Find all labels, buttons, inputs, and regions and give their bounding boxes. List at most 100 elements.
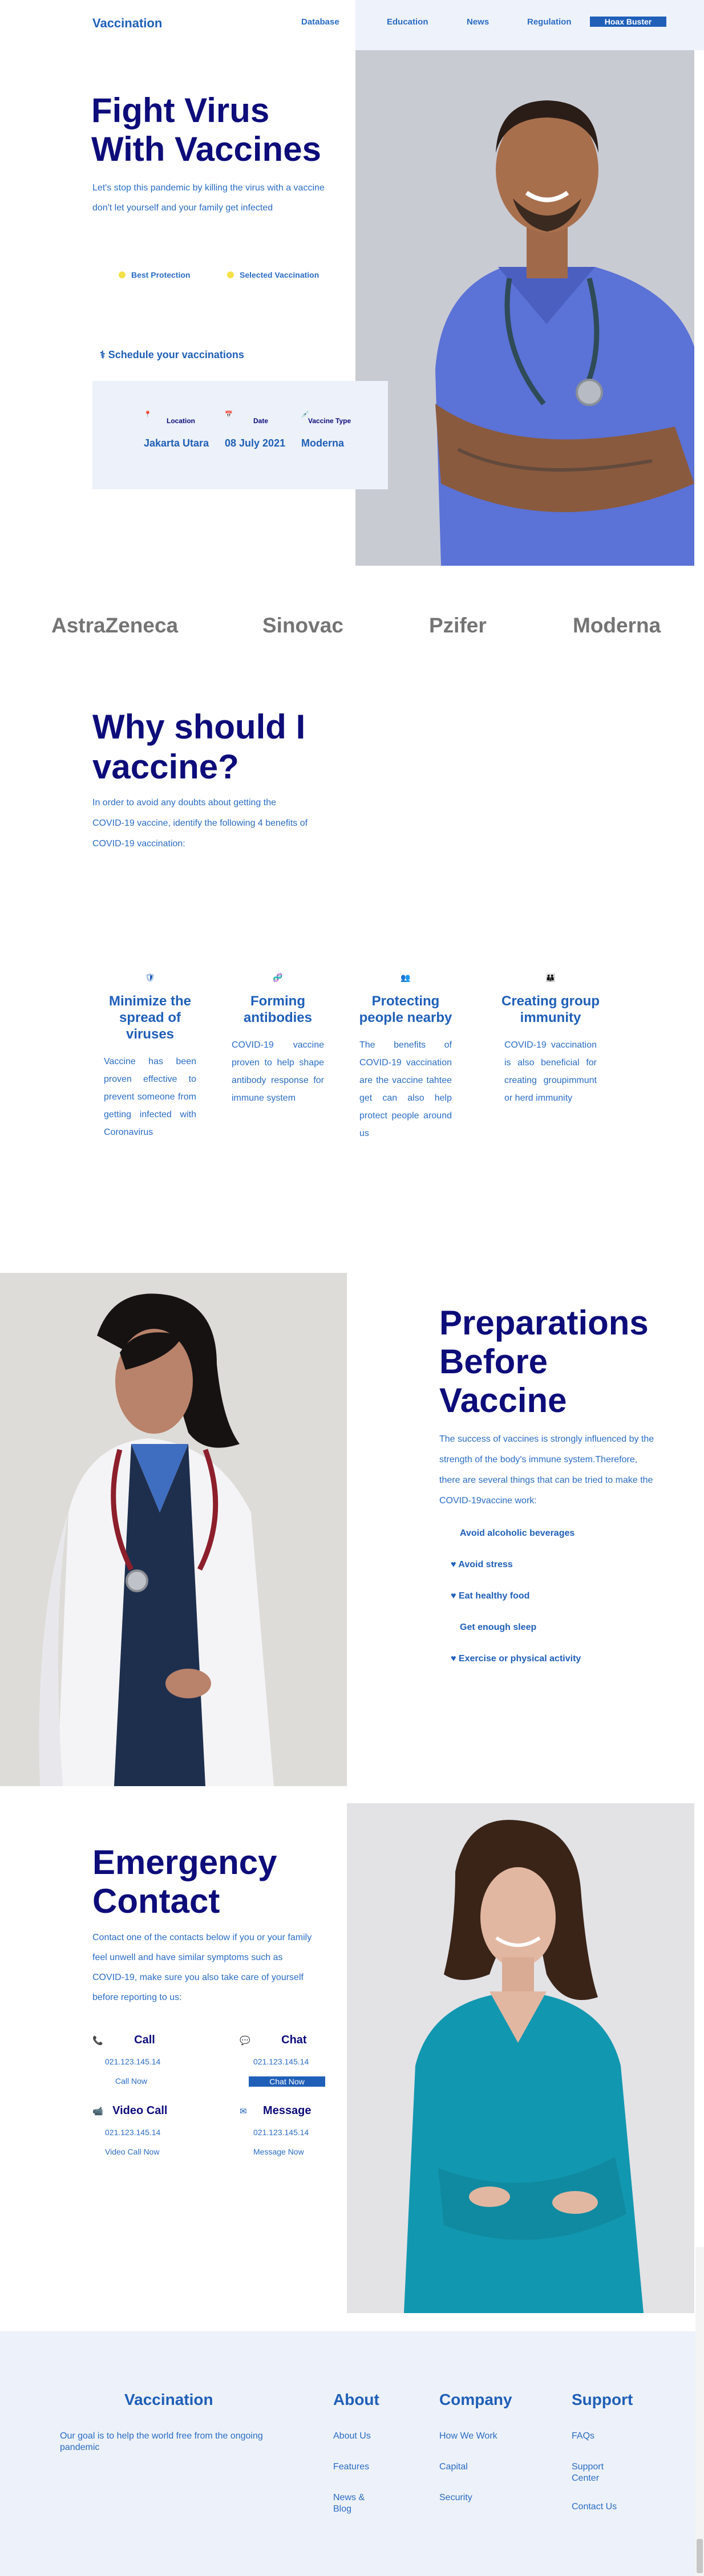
prep-item-sleep: Get enough sleep — [460, 1622, 536, 1633]
footer-link-how-we-work[interactable]: How We Work — [439, 2431, 497, 2442]
footer-heading-company: Company — [439, 2391, 512, 2408]
call-now-button[interactable]: Call Now — [92, 2076, 207, 2086]
nav-database[interactable]: Database — [301, 17, 339, 27]
prep-title: Preparations Before Vaccine — [439, 1304, 649, 1419]
benefit-card-antibodies: 🧬 Forming antibodies COVID-19 vaccine pr… — [224, 973, 332, 1107]
contact-number: 021.123.145.14 — [105, 2128, 161, 2137]
brand-moderna: Moderna — [573, 614, 661, 637]
benefit-text: Vaccine has been proven effective to pre… — [104, 1057, 196, 1137]
schedule-heading: ⚕ Schedule your vaccinations — [100, 349, 244, 361]
shield-heart-icon: ♥ — [451, 1591, 456, 1601]
group-icon: 👪 — [545, 973, 556, 982]
contact-number: 021.123.145.14 — [253, 2128, 309, 2137]
prep-item-stress: ♥ Avoid stress — [451, 1560, 513, 1570]
prep-item-label: Get enough sleep — [460, 1622, 537, 1632]
feature-label: Selected Vaccination — [240, 270, 319, 279]
emergency-title: Emergency Contact — [92, 1843, 277, 1920]
hoax-buster-button[interactable]: Hoax Buster — [590, 17, 666, 27]
prep-item-food: ♥ Eat healthy food — [451, 1591, 529, 1601]
prep-item-label: Eat healthy food — [458, 1591, 530, 1601]
syringe-icon: ⚕ — [100, 349, 106, 360]
feature-selected-vaccination: Selected Vaccination — [227, 270, 319, 279]
benefit-text: The benefits of COVID-19 vaccination are… — [359, 1040, 452, 1138]
video-call-now-button[interactable]: Video Call Now — [92, 2147, 207, 2156]
contact-title: Chat — [281, 2034, 307, 2046]
prep-item-label: Avoid stress — [458, 1560, 513, 1569]
phone-icon: 📞 — [92, 2036, 103, 2046]
why-title: Why should I vaccine? — [92, 708, 306, 786]
contact-number: 021.123.145.14 — [105, 2057, 161, 2066]
footer-link-news-blog[interactable]: News & Blog — [333, 2492, 373, 2515]
nav-education[interactable]: Education — [387, 17, 428, 27]
footer-logo[interactable]: Vaccination — [124, 2391, 213, 2409]
hero-description: Let's stop this pandemic by killing the … — [92, 183, 325, 213]
shield-icon: 🛡 — [145, 973, 155, 982]
contact-message: ✉ Message 021.123.145.14 Message Now — [240, 2104, 354, 2156]
benefit-card-minimize: 🛡 Minimize the spread of viruses Vaccine… — [96, 973, 204, 1141]
prep-item-exercise: ♥ Exercise or physical activity — [451, 1654, 581, 1664]
video-camera-icon: 📹 — [92, 2107, 103, 2116]
benefit-text: COVID-19 vaccination is also beneficial … — [504, 1040, 597, 1103]
schedule-label: Location — [167, 417, 195, 425]
brand-pzifer: Pzifer — [429, 614, 487, 637]
footer-description: Our goal is to help the world free from … — [60, 2431, 263, 2452]
chat-now-button[interactable]: Chat Now — [249, 2076, 325, 2087]
heart-icon: ♥ — [451, 1560, 456, 1569]
nav-news[interactable]: News — [467, 17, 489, 27]
footer-link-capital[interactable]: Capital — [439, 2461, 468, 2473]
schedule-location[interactable]: 📍 Location Jakarta Utara — [144, 411, 209, 449]
schedule-value: Jakarta Utara — [144, 437, 209, 449]
contact-video-call: 📹 Video Call 021.123.145.14 Video Call N… — [92, 2104, 207, 2156]
schedule-value: Moderna — [301, 437, 345, 449]
feature-best-protection: Best Protection — [119, 270, 190, 279]
prep-item-label: Exercise or physical activity — [458, 1654, 581, 1664]
benefit-title: Forming antibodies — [243, 993, 312, 1025]
prep-item-label: Avoid alcoholic beverages — [460, 1528, 575, 1538]
contact-call: 📞 Call 021.123.145.14 Call Now — [92, 2034, 207, 2086]
benefit-text: COVID-19 vaccine proven to help shape an… — [232, 1040, 324, 1103]
footer — [0, 2331, 704, 2576]
footer-heading-support: Support — [572, 2391, 633, 2408]
contact-title: Message — [263, 2104, 311, 2117]
hero-title: Fight Virus With Vaccines — [91, 91, 321, 168]
feature-label: Best Protection — [131, 270, 191, 279]
contact-title: Call — [134, 2034, 155, 2046]
schedule-title: Schedule your vaccinations — [108, 349, 244, 360]
message-icon: ✉ — [240, 2107, 247, 2116]
benefit-title: Creating group immunity — [501, 993, 600, 1025]
schedule-label: Date — [253, 417, 269, 425]
contact-number: 021.123.145.14 — [253, 2057, 309, 2066]
footer-link-faqs[interactable]: FAQs — [572, 2431, 594, 2442]
bullet-dot-icon — [227, 271, 234, 278]
prep-item-alcohol: Avoid alcoholic beverages — [460, 1528, 574, 1539]
people-icon: 👥 — [400, 973, 411, 982]
footer-link-about-us[interactable]: About Us — [333, 2431, 371, 2442]
footer-link-security[interactable]: Security — [439, 2492, 472, 2504]
doctor-female-teal-photo — [347, 1803, 694, 2313]
doctor-male-photo — [355, 50, 694, 566]
emergency-description: Contact one of the contacts below if you… — [92, 1933, 312, 2002]
schedule-vaccine-type[interactable]: 💉 Vaccine Type Moderna — [301, 411, 351, 449]
nav-regulation[interactable]: Regulation — [527, 17, 572, 27]
doctor-female-photo — [0, 1273, 347, 1786]
contact-chat: 💬 Chat 021.123.145.14 Chat Now — [240, 2034, 354, 2087]
antibody-icon: 🧬 — [273, 973, 283, 982]
scrollbar-track[interactable] — [695, 2247, 704, 2576]
benefit-title: Protecting people nearby — [359, 993, 452, 1025]
footer-link-support-center[interactable]: Support Center — [572, 2461, 612, 2484]
bullet-dot-icon — [119, 271, 126, 278]
footer-link-features[interactable]: Features — [333, 2461, 369, 2473]
schedule-label: Vaccine Type — [308, 417, 351, 425]
schedule-value: 08 July 2021 — [225, 437, 286, 449]
message-now-button[interactable]: Message Now — [240, 2147, 354, 2156]
scrollbar-thumb[interactable] — [697, 2539, 703, 2573]
benefit-card-immunity: 👪 Creating group immunity COVID-19 vacci… — [496, 973, 605, 1107]
schedule-date[interactable]: 📅 Date 08 July 2021 — [225, 411, 285, 449]
brand-sinovac: Sinovac — [262, 614, 343, 637]
benefit-title: Minimize the spread of viruses — [108, 993, 191, 1042]
footer-link-contact-us[interactable]: Contact Us — [572, 2501, 617, 2513]
benefit-card-protecting: 👥 Protecting people nearby The benefits … — [351, 973, 460, 1142]
brand-astrazeneca: AstraZeneca — [51, 614, 179, 637]
heart-icon: ♥ — [451, 1654, 456, 1664]
site-logo[interactable]: Vaccination — [92, 16, 162, 31]
